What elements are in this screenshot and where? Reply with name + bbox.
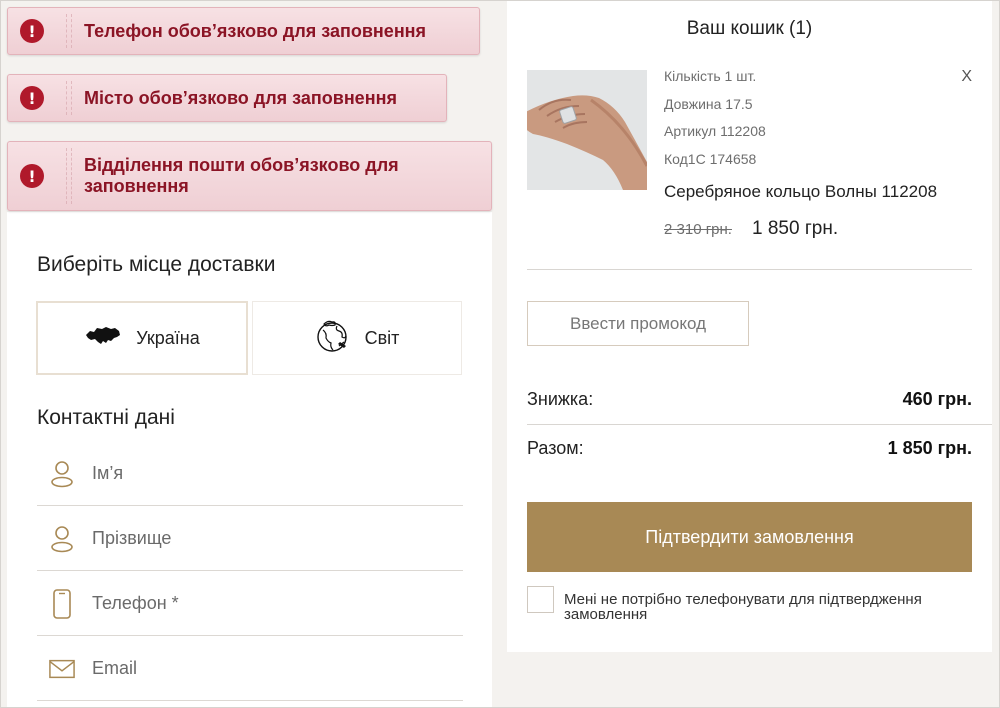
mail-icon <box>49 654 75 684</box>
error-icon: ! <box>20 164 44 188</box>
error-icon: ! <box>20 19 44 43</box>
old-price: 2 310 грн. <box>664 221 732 238</box>
cart-panel: Ваш кошик (1) Кількість 1 шт. Довжина 17… <box>507 0 992 652</box>
drag-handle-icon <box>66 81 72 115</box>
ukraine-map-icon <box>84 325 122 352</box>
user-icon <box>49 459 75 489</box>
no-call-checkbox[interactable] <box>527 586 554 613</box>
user-icon <box>49 524 75 554</box>
item-quantity: Кількість 1 шт. <box>664 68 757 84</box>
promo-code-button[interactable]: Ввести промокод <box>527 301 749 346</box>
email-field[interactable]: Email <box>37 637 463 701</box>
total-value: 1 850 грн. <box>887 438 972 458</box>
phone-field[interactable]: Телефон * <box>37 572 463 636</box>
no-call-label[interactable]: Мені не потрібно телефонувати для підтве… <box>564 592 974 622</box>
product-name[interactable]: Серебряное кольцо Волны 112208 <box>664 182 937 202</box>
error-message-post-office: ! Відділення пошти обов’язково для запов… <box>7 141 492 211</box>
item-code: Код1С 174658 <box>664 151 757 167</box>
email-placeholder: Email <box>92 658 138 678</box>
item-length: Довжина 17.5 <box>664 96 753 112</box>
drag-handle-icon <box>66 148 72 204</box>
first-name-placeholder: Ім’я <box>92 463 124 483</box>
delivery-option-label: Україна <box>136 327 200 348</box>
error-message-city: ! Місто обов’язково для заповнення <box>7 74 447 122</box>
error-text: Відділення пошти обов’язково для заповне… <box>84 155 399 196</box>
divider <box>527 424 992 425</box>
last-name-field[interactable]: Прізвище <box>37 507 463 571</box>
cart-title: Ваш кошик (1) <box>686 18 813 39</box>
discount-value: 460 грн. <box>902 389 972 409</box>
new-price: 1 850 грн. <box>752 218 839 239</box>
delivery-option-world[interactable]: Світ <box>252 301 462 375</box>
error-message-phone: ! Телефон обов’язково для заповнення <box>7 7 480 55</box>
divider <box>527 269 972 270</box>
first-name-field[interactable]: Ім’я <box>37 442 463 506</box>
drag-handle-icon <box>66 14 72 48</box>
discount-label: Знижка: <box>527 389 594 409</box>
remove-item-button[interactable]: X <box>961 68 972 86</box>
error-text: Місто обов’язково для заповнення <box>84 87 397 108</box>
delivery-option-ukraine[interactable]: Україна <box>36 301 248 375</box>
total-label: Разом: <box>527 438 584 458</box>
phone-icon <box>49 588 75 619</box>
error-icon: ! <box>20 86 44 110</box>
checkout-form-panel: ! Телефон обов’язково для заповнення ! М… <box>0 0 500 708</box>
delivery-title: Виберіть місце доставки <box>37 253 276 276</box>
delivery-option-label: Світ <box>364 327 400 348</box>
product-image[interactable] <box>527 70 647 190</box>
phone-placeholder: Телефон * <box>92 593 179 613</box>
contacts-title: Контактні дані <box>37 406 175 429</box>
confirm-order-button[interactable]: Підтвердити замовлення <box>527 502 972 572</box>
error-text: Телефон обов’язково для заповнення <box>84 20 427 41</box>
item-article: Артикул 112208 <box>664 123 766 139</box>
globe-icon <box>315 318 351 359</box>
last-name-placeholder: Прізвище <box>92 528 172 548</box>
